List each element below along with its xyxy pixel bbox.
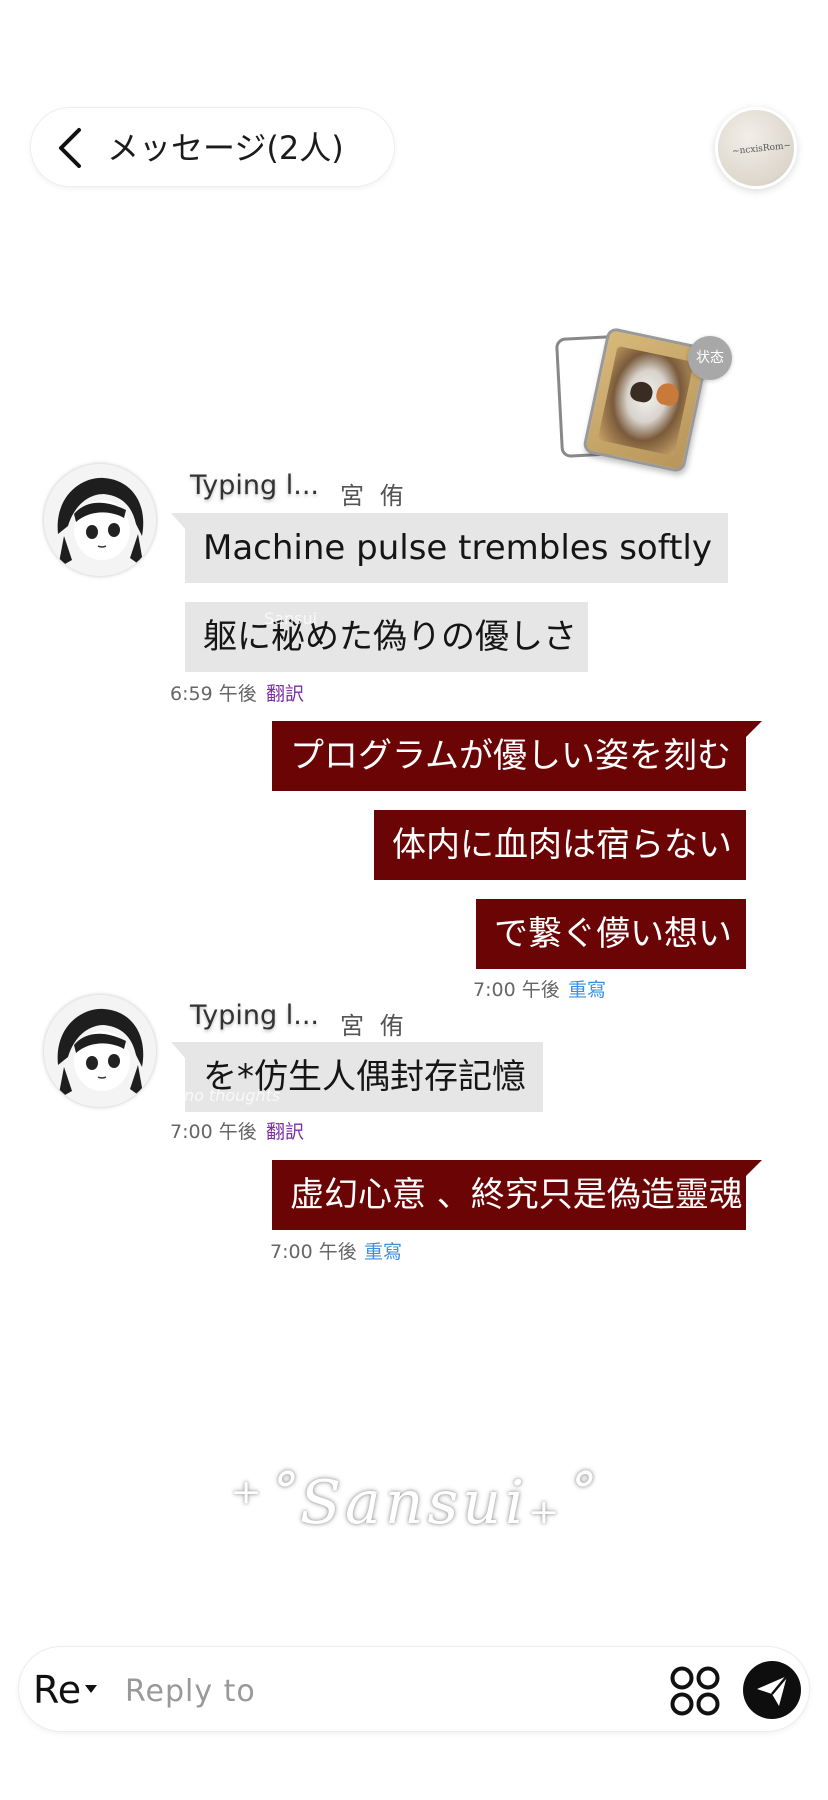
apps-grid-icon[interactable] — [669, 1665, 721, 1717]
incoming-message-bubble[interactable]: Machine pulse trembles softly — [171, 513, 728, 583]
translate-link[interactable]: 翻訳 — [266, 679, 304, 706]
status-badge[interactable]: 状态 — [688, 336, 732, 380]
outgoing-message-bubble[interactable]: 体内に血肉は宿らない — [374, 810, 746, 880]
message-timestamp: 7:00 午後 — [270, 1241, 357, 1263]
anime-avatar-icon — [44, 995, 156, 1107]
composer-bar: Re — [18, 1646, 810, 1732]
send-button[interactable] — [743, 1661, 801, 1719]
back-chevron-icon[interactable] — [51, 126, 91, 170]
bubble-watermark-text: Sansui — [264, 609, 318, 628]
paper-plane-icon — [757, 1675, 788, 1706]
message-timestamp: 7:00 午後 — [170, 1121, 257, 1143]
avatar-scribble: ~ncxisRom~ — [731, 140, 792, 158]
outgoing-message-bubble[interactable]: プログラムが優しい姿を刻む — [272, 721, 762, 791]
reply-mode-selector[interactable]: Re — [33, 1647, 81, 1733]
sender-avatar[interactable] — [44, 995, 156, 1107]
message-timestamp: 6:59 午後 — [170, 683, 257, 705]
chat-title[interactable]: メッセージ(2人) — [107, 108, 344, 188]
translate-link[interactable]: 翻訳 — [266, 1117, 304, 1144]
anime-avatar-icon — [44, 464, 156, 576]
cat-patch — [654, 381, 681, 408]
outgoing-message-bubble[interactable]: で繋ぐ儚い想い — [476, 899, 746, 969]
caret-down-icon[interactable] — [85, 1685, 97, 1693]
sender-subname: 宮 侑 — [340, 482, 408, 510]
sender-avatar[interactable] — [44, 464, 156, 576]
message-timestamp: 7:00 午後 — [473, 979, 560, 1001]
cat-photo — [597, 345, 694, 457]
bubble-watermark-text: no thoughts — [184, 1086, 281, 1105]
profile-avatar[interactable]: ~ncxisRom~ — [715, 107, 797, 189]
reply-input[interactable] — [123, 1665, 667, 1717]
rewrite-link[interactable]: 重寫 — [568, 975, 606, 1002]
sansui-watermark: ⁺˚Sansui₊˚ — [230, 1468, 598, 1538]
incoming-message-bubble[interactable]: 躯に秘めた偽りの優しさ — [185, 602, 588, 672]
outgoing-message-bubble[interactable]: 虚幻心意 、終究只是偽造靈魂 — [272, 1160, 762, 1230]
sender-subname: 宮 侑 — [340, 1012, 408, 1040]
rewrite-link[interactable]: 重寫 — [364, 1237, 402, 1264]
sender-name: Typing l... — [190, 1000, 319, 1031]
header-bar: メッセージ(2人) — [30, 107, 395, 187]
sender-name: Typing l... — [190, 470, 319, 501]
cat-patch — [628, 379, 655, 404]
